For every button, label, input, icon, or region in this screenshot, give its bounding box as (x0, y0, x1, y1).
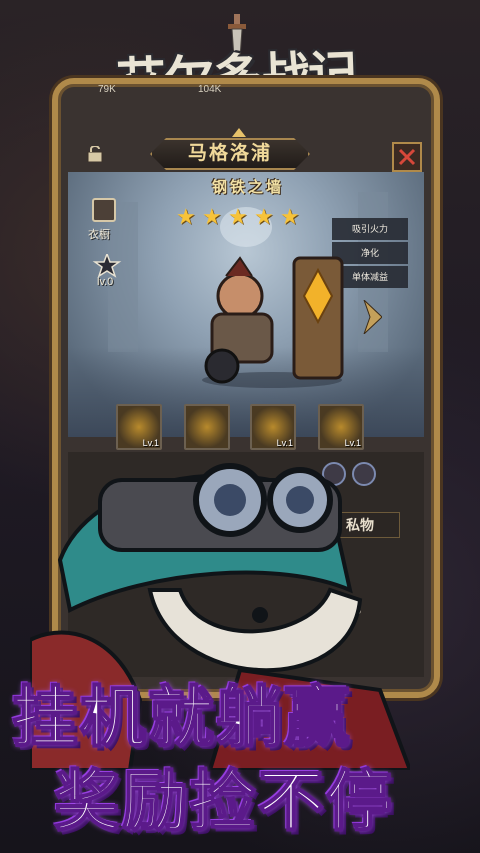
resource-gold: 79K (98, 84, 116, 95)
hero-name: 马格洛浦 (187, 143, 272, 164)
star-icon: ★ (280, 204, 300, 229)
hero-name-banner: 马格洛浦 (150, 138, 310, 170)
star-icon: ★ (176, 204, 196, 229)
wardrobe-label: 衣橱 (88, 229, 110, 241)
skill-tag[interactable]: 吸引火力 (332, 218, 408, 240)
star-rating: ★ ★ ★ ★ ★ (176, 206, 302, 228)
next-hero-arrow-icon[interactable] (362, 300, 382, 334)
banner-up-arrow-icon[interactable] (232, 128, 246, 137)
hero-figure (202, 256, 344, 388)
star-icon: ★ (254, 204, 274, 229)
lock-icon[interactable] (86, 146, 104, 162)
level-label: lv.0 (97, 276, 114, 288)
hero-title: 钢铁之墙 (211, 179, 284, 196)
star-icon: ★ (228, 204, 248, 229)
slogan-line-2: 奖励捡不停 (53, 762, 394, 841)
level-emblem-icon[interactable] (92, 254, 122, 278)
slogan-line-1: 挂机就躺赢 (11, 678, 352, 757)
resource-gems: 104K (198, 84, 222, 95)
star-icon: ★ (202, 204, 222, 229)
menu-grid-icon[interactable] (392, 142, 422, 172)
wardrobe-icon[interactable] (92, 198, 116, 222)
